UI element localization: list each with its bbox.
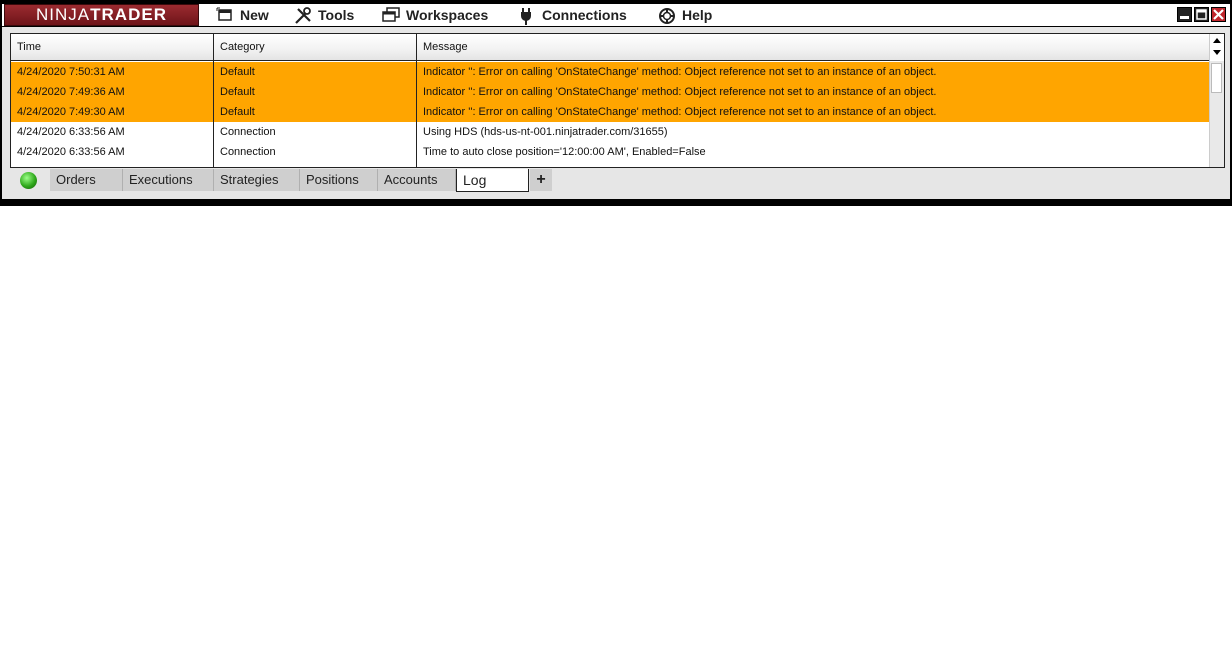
logo-text-trader: TRADER xyxy=(90,5,167,24)
tab-positions[interactable]: Positions xyxy=(300,169,378,191)
connection-status-icon[interactable] xyxy=(20,172,37,189)
maximize-icon xyxy=(1196,9,1207,20)
log-cell-message: Indicator '': Error on calling 'OnStateC… xyxy=(423,106,937,118)
tab-strategies[interactable]: Strategies xyxy=(214,169,300,191)
log-grid-header: Time Category Message xyxy=(11,34,1211,61)
log-cell-message: Time to auto close position='12:00:00 AM… xyxy=(423,146,706,158)
log-cell-time: 4/24/2020 7:49:30 AM xyxy=(17,106,125,118)
log-cell-message: Using HDS (hds-us-nt-001.ninjatrader.com… xyxy=(423,126,668,138)
tab-orders[interactable]: Orders xyxy=(50,169,123,191)
tools-icon xyxy=(294,7,311,24)
tab-accounts[interactable]: Accounts xyxy=(378,169,456,191)
log-cell-category: Connection xyxy=(220,126,276,138)
column-divider xyxy=(416,61,417,167)
log-grid: Time Category Message 4/24/2020 7:50:31 … xyxy=(10,33,1225,168)
log-row[interactable]: 4/24/2020 7:49:30 AM Default Indicator '… xyxy=(11,102,1211,122)
column-header-category[interactable]: Category xyxy=(214,34,417,60)
log-cell-category: Connection xyxy=(220,146,276,158)
log-row[interactable]: 4/24/2020 7:50:31 AM Default Indicator '… xyxy=(11,62,1211,82)
logo-text-ninja: NINJA xyxy=(36,5,91,24)
menu-workspaces-label: Workspaces xyxy=(406,7,489,23)
window-controls xyxy=(1177,7,1226,22)
plug-icon xyxy=(518,7,534,25)
log-cell-time: 4/24/2020 7:49:36 AM xyxy=(17,86,125,98)
minimize-button[interactable] xyxy=(1177,7,1192,22)
log-panel: Time Category Message 4/24/2020 7:50:31 … xyxy=(2,27,1230,199)
log-cell-category: Default xyxy=(220,106,255,118)
log-row[interactable]: 4/24/2020 6:33:56 AM Connection Using HD… xyxy=(11,122,1211,142)
workspaces-icon xyxy=(382,7,400,23)
close-button[interactable] xyxy=(1211,7,1226,22)
scroll-up-arrow-icon[interactable] xyxy=(1213,38,1221,43)
menu-new[interactable]: New xyxy=(216,4,269,26)
close-icon xyxy=(1213,9,1224,20)
menu-tools[interactable]: Tools xyxy=(294,4,354,26)
log-cell-time: 4/24/2020 6:33:56 AM xyxy=(17,146,125,158)
minimize-icon xyxy=(1180,16,1189,19)
vertical-scrollbar[interactable] xyxy=(1209,34,1224,167)
log-cell-time: 4/24/2020 7:50:31 AM xyxy=(17,66,125,78)
log-cell-message: Indicator '': Error on calling 'OnStateC… xyxy=(423,66,937,78)
menu-workspaces[interactable]: Workspaces xyxy=(382,4,488,26)
scrollbar-track[interactable] xyxy=(1210,61,1224,167)
column-header-time[interactable]: Time xyxy=(11,34,214,60)
help-ring-icon xyxy=(658,7,675,24)
tab-log[interactable]: Log xyxy=(456,169,529,192)
log-cell-category: Default xyxy=(220,86,255,98)
log-cell-category: Default xyxy=(220,66,255,78)
ninjatrader-logo[interactable]: NINJATRADER xyxy=(4,4,199,26)
ninjatrader-control-center: NINJATRADER New Tools Workspaces Connect… xyxy=(0,0,1232,206)
scrollbar-thumb[interactable] xyxy=(1211,63,1222,93)
menu-help[interactable]: Help xyxy=(658,4,712,26)
log-cell-message: Indicator '': Error on calling 'OnStateC… xyxy=(423,86,937,98)
maximize-button[interactable] xyxy=(1194,7,1209,22)
new-window-icon xyxy=(216,7,232,23)
menu-connections[interactable]: Connections xyxy=(518,4,627,26)
scroll-down-arrow-icon[interactable] xyxy=(1213,50,1221,55)
log-row[interactable]: 4/24/2020 7:49:36 AM Default Indicator '… xyxy=(11,82,1211,102)
add-tab-button[interactable]: + xyxy=(530,169,552,191)
log-row[interactable]: 4/24/2020 6:33:56 AM Connection Time to … xyxy=(11,142,1211,162)
menu-new-label: New xyxy=(240,7,269,23)
title-bar: NINJATRADER New Tools Workspaces Connect… xyxy=(2,4,1230,26)
column-header-message[interactable]: Message xyxy=(417,34,1211,60)
log-cell-time: 4/24/2020 6:33:56 AM xyxy=(17,126,125,138)
menu-tools-label: Tools xyxy=(318,7,355,23)
menu-connections-label: Connections xyxy=(542,7,627,23)
column-divider xyxy=(213,61,214,167)
tab-executions[interactable]: Executions xyxy=(123,169,214,191)
menu-help-label: Help xyxy=(682,7,713,23)
